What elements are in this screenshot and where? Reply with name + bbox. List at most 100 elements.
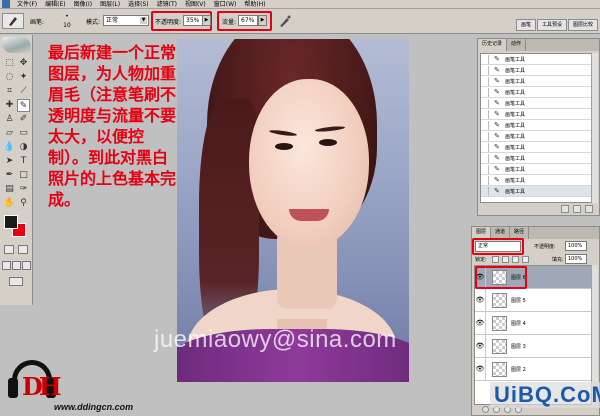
snapshot-checkbox[interactable] bbox=[481, 120, 489, 130]
menu-select[interactable]: 选择(S) bbox=[124, 0, 153, 9]
history-scrollbar[interactable] bbox=[591, 53, 598, 203]
crop-tool-icon[interactable]: ⌗ bbox=[3, 85, 16, 98]
snapshot-checkbox[interactable] bbox=[481, 54, 489, 64]
layer-row[interactable]: 👁 图层 5 bbox=[475, 289, 591, 312]
snapshot-checkbox[interactable] bbox=[481, 175, 489, 185]
blend-mode-select[interactable]: 正常 bbox=[475, 241, 521, 252]
new-document-icon[interactable] bbox=[561, 205, 569, 213]
new-snapshot-icon[interactable] bbox=[573, 205, 581, 213]
brush-label: 画笔: bbox=[30, 19, 45, 26]
mode-select[interactable]: 正常 ▼ bbox=[103, 15, 149, 26]
brush-size-picker[interactable]: • 10 bbox=[60, 12, 74, 30]
snapshot-checkbox[interactable] bbox=[481, 142, 489, 152]
hand-tool-icon[interactable]: ✋ bbox=[3, 197, 16, 210]
history-item[interactable]: ✎ 画笔工具 bbox=[481, 65, 591, 76]
history-item[interactable]: ✎ 画笔工具 bbox=[481, 120, 591, 131]
tool-preset-picker[interactable] bbox=[2, 13, 24, 29]
eyedropper-icon[interactable]: ✑ bbox=[17, 183, 30, 196]
lock-position-icon[interactable] bbox=[512, 256, 519, 263]
well-tab-tool-presets[interactable]: 工具预设 bbox=[536, 19, 567, 31]
tab-history[interactable]: 历史记录 bbox=[478, 39, 508, 51]
history-item[interactable]: ✎ 画笔工具 bbox=[481, 175, 591, 186]
magic-wand-icon[interactable]: ✦ bbox=[17, 71, 30, 84]
eraser-tool-icon[interactable]: ▱ bbox=[3, 127, 16, 140]
brush-tool-icon[interactable]: ✎ bbox=[17, 99, 30, 112]
layer-row[interactable]: 👁 图层 2 bbox=[475, 358, 591, 381]
menu-file[interactable]: 文件(F) bbox=[13, 0, 41, 9]
foreground-color-swatch[interactable] bbox=[4, 215, 18, 229]
history-item[interactable]: ✎ 画笔工具 bbox=[481, 54, 591, 65]
history-item-current[interactable]: ✎ 画笔工具 bbox=[481, 186, 591, 197]
notes-tool-icon[interactable]: ▤ bbox=[3, 183, 16, 196]
lock-all-icon[interactable] bbox=[522, 256, 529, 263]
type-tool-icon[interactable]: T bbox=[17, 155, 30, 168]
well-tab-layer-comps[interactable]: 图层比较 bbox=[567, 19, 598, 31]
screen-mode-standard-icon[interactable] bbox=[2, 261, 11, 270]
lock-pixels-icon[interactable] bbox=[502, 256, 509, 263]
path-select-icon[interactable]: ➤ bbox=[3, 155, 16, 168]
snapshot-checkbox[interactable] bbox=[481, 98, 489, 108]
menu-window[interactable]: 窗口(W) bbox=[210, 0, 241, 9]
snapshot-checkbox[interactable] bbox=[481, 153, 489, 163]
pen-tool-icon[interactable]: ✒ bbox=[3, 169, 16, 182]
shape-tool-icon[interactable]: □ bbox=[17, 169, 30, 182]
menu-filter[interactable]: 滤镜(T) bbox=[153, 0, 181, 9]
trash-icon[interactable] bbox=[585, 205, 593, 213]
history-item[interactable]: ✎ 画笔工具 bbox=[481, 131, 591, 142]
layer-row[interactable]: 👁 图层 4 bbox=[475, 312, 591, 335]
layer-row-selected[interactable]: 👁 图层 6 bbox=[475, 266, 591, 289]
snapshot-checkbox[interactable] bbox=[481, 131, 489, 141]
link-icon[interactable] bbox=[482, 406, 489, 413]
snapshot-checkbox[interactable] bbox=[481, 76, 489, 86]
history-item[interactable]: ✎ 画笔工具 bbox=[481, 98, 591, 109]
snapshot-checkbox[interactable] bbox=[481, 164, 489, 174]
dodge-tool-icon[interactable]: ◑ bbox=[17, 141, 30, 154]
history-item[interactable]: ✎ 画笔工具 bbox=[481, 87, 591, 98]
standard-mode-icon[interactable] bbox=[4, 245, 14, 254]
opacity-input[interactable]: 35% bbox=[183, 15, 203, 26]
history-item[interactable]: ✎ 画笔工具 bbox=[481, 109, 591, 120]
screen-mode-full-menu-icon[interactable] bbox=[12, 261, 21, 270]
opacity-slider-button[interactable]: ▶ bbox=[202, 15, 211, 26]
menu-layer[interactable]: 图层(L) bbox=[96, 0, 124, 9]
fill-input[interactable]: 100% bbox=[565, 254, 587, 264]
eye-icon[interactable]: 👁 bbox=[475, 312, 486, 334]
tab-actions[interactable]: 动作 bbox=[507, 39, 527, 51]
snapshot-checkbox[interactable] bbox=[481, 87, 489, 97]
history-brush-icon[interactable]: ✐ bbox=[17, 113, 30, 126]
imageready-jump-icon[interactable] bbox=[9, 277, 23, 286]
menu-help[interactable]: 帮助(H) bbox=[240, 0, 269, 9]
blur-tool-icon[interactable]: 💧 bbox=[3, 141, 16, 154]
lasso-tool-icon[interactable]: ◌ bbox=[3, 71, 16, 84]
flow-input[interactable]: 67% bbox=[238, 15, 258, 26]
snapshot-checkbox[interactable] bbox=[481, 65, 489, 75]
marquee-tool-icon[interactable]: ⬚ bbox=[3, 57, 16, 70]
history-item[interactable]: ✎ 画笔工具 bbox=[481, 153, 591, 164]
clone-stamp-icon[interactable]: ♙ bbox=[3, 113, 16, 126]
menu-view[interactable]: 视图(V) bbox=[181, 0, 210, 9]
screen-mode-full-icon[interactable] bbox=[22, 261, 31, 270]
snapshot-checkbox[interactable] bbox=[481, 109, 489, 119]
eye-icon[interactable]: 👁 bbox=[475, 335, 486, 357]
gradient-tool-icon[interactable]: ▭ bbox=[17, 127, 30, 140]
mode-value: 正常 bbox=[106, 17, 119, 24]
snapshot-checkbox[interactable] bbox=[481, 186, 489, 196]
lock-transparency-icon[interactable] bbox=[492, 256, 499, 263]
well-tab-brushes[interactable]: 画笔 bbox=[515, 19, 536, 31]
layer-row[interactable]: 👁 图层 3 bbox=[475, 335, 591, 358]
eye-icon[interactable]: 👁 bbox=[475, 358, 486, 380]
history-item[interactable]: ✎ 画笔工具 bbox=[481, 164, 591, 175]
menu-edit[interactable]: 编辑(E) bbox=[41, 0, 69, 9]
quick-mask-icon[interactable] bbox=[18, 245, 28, 254]
zoom-tool-icon[interactable]: ⚲ bbox=[17, 197, 30, 210]
history-item[interactable]: ✎ 画笔工具 bbox=[481, 142, 591, 153]
move-tool-icon[interactable]: ✥ bbox=[17, 57, 30, 70]
flow-slider-button[interactable]: ▶ bbox=[258, 15, 267, 26]
slice-tool-icon[interactable]: ⟋ bbox=[17, 85, 30, 98]
eye-icon[interactable]: 👁 bbox=[475, 289, 486, 311]
menu-image[interactable]: 图像(I) bbox=[70, 0, 96, 9]
history-item[interactable]: ✎ 画笔工具 bbox=[481, 76, 591, 87]
healing-brush-icon[interactable]: ✚ bbox=[3, 99, 16, 112]
layer-opacity-input[interactable]: 100% bbox=[565, 241, 587, 251]
airbrush-icon[interactable] bbox=[278, 14, 292, 28]
